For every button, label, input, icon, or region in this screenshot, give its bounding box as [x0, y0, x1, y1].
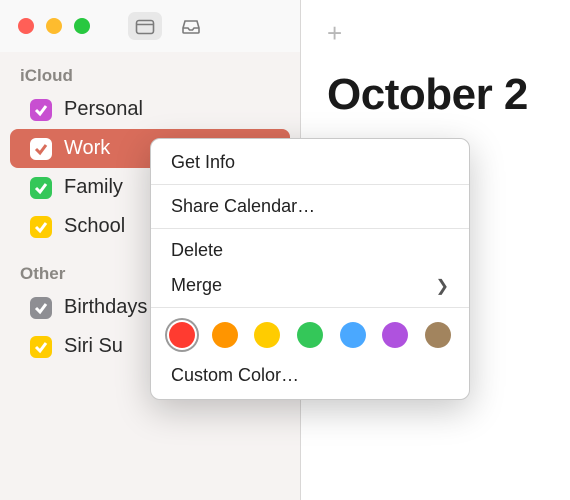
menu-label: Share Calendar…	[171, 196, 315, 217]
color-swatch-blue[interactable]	[340, 322, 366, 348]
calendars-toggle-button[interactable]	[128, 12, 162, 40]
maximize-button[interactable]	[74, 18, 90, 34]
checkbox-icon[interactable]	[30, 216, 52, 238]
add-event-button[interactable]: +	[327, 18, 342, 49]
calendar-icon	[135, 18, 155, 35]
chevron-right-icon: ❯	[436, 276, 449, 296]
color-swatch-orange[interactable]	[212, 322, 238, 348]
color-swatch-brown[interactable]	[425, 322, 451, 348]
color-swatch-red[interactable]	[169, 322, 195, 348]
section-header-icloud: iCloud	[0, 58, 300, 90]
checkbox-icon[interactable]	[30, 336, 52, 358]
calendar-name: Family	[64, 176, 123, 199]
inbox-icon	[181, 18, 201, 35]
checkbox-icon[interactable]	[30, 297, 52, 319]
context-menu: Get Info Share Calendar… Delete Merge ❯ …	[150, 138, 470, 400]
menu-separator	[151, 184, 469, 185]
window-controls	[18, 18, 90, 34]
menu-item-delete[interactable]: Delete	[151, 233, 469, 268]
checkbox-icon[interactable]	[30, 99, 52, 121]
color-swatch-purple[interactable]	[382, 322, 408, 348]
sidebar-item-personal[interactable]: Personal	[0, 90, 300, 129]
menu-label: Get Info	[171, 152, 235, 173]
color-swatch-green[interactable]	[297, 322, 323, 348]
month-title: October 2	[327, 70, 528, 120]
menu-label: Merge	[171, 275, 222, 296]
calendar-name: Siri Su	[64, 335, 123, 358]
checkbox-icon[interactable]	[30, 177, 52, 199]
menu-item-merge[interactable]: Merge ❯	[151, 268, 469, 303]
inbox-button[interactable]	[174, 12, 208, 40]
menu-separator	[151, 307, 469, 308]
menu-item-get-info[interactable]: Get Info	[151, 145, 469, 180]
menu-label: Delete	[171, 240, 223, 261]
menu-label: Custom Color…	[171, 365, 299, 386]
calendar-name: Birthdays	[64, 296, 147, 319]
calendar-name: Work	[64, 137, 110, 160]
minimize-button[interactable]	[46, 18, 62, 34]
menu-separator	[151, 228, 469, 229]
color-swatch-yellow[interactable]	[254, 322, 280, 348]
calendar-name: School	[64, 215, 125, 238]
close-button[interactable]	[18, 18, 34, 34]
menu-item-custom-color[interactable]: Custom Color…	[151, 358, 469, 393]
checkbox-icon[interactable]	[30, 138, 52, 160]
color-swatch-row	[151, 312, 469, 358]
toolbar	[128, 12, 208, 40]
calendar-name: Personal	[64, 98, 143, 121]
menu-item-share-calendar[interactable]: Share Calendar…	[151, 189, 469, 224]
